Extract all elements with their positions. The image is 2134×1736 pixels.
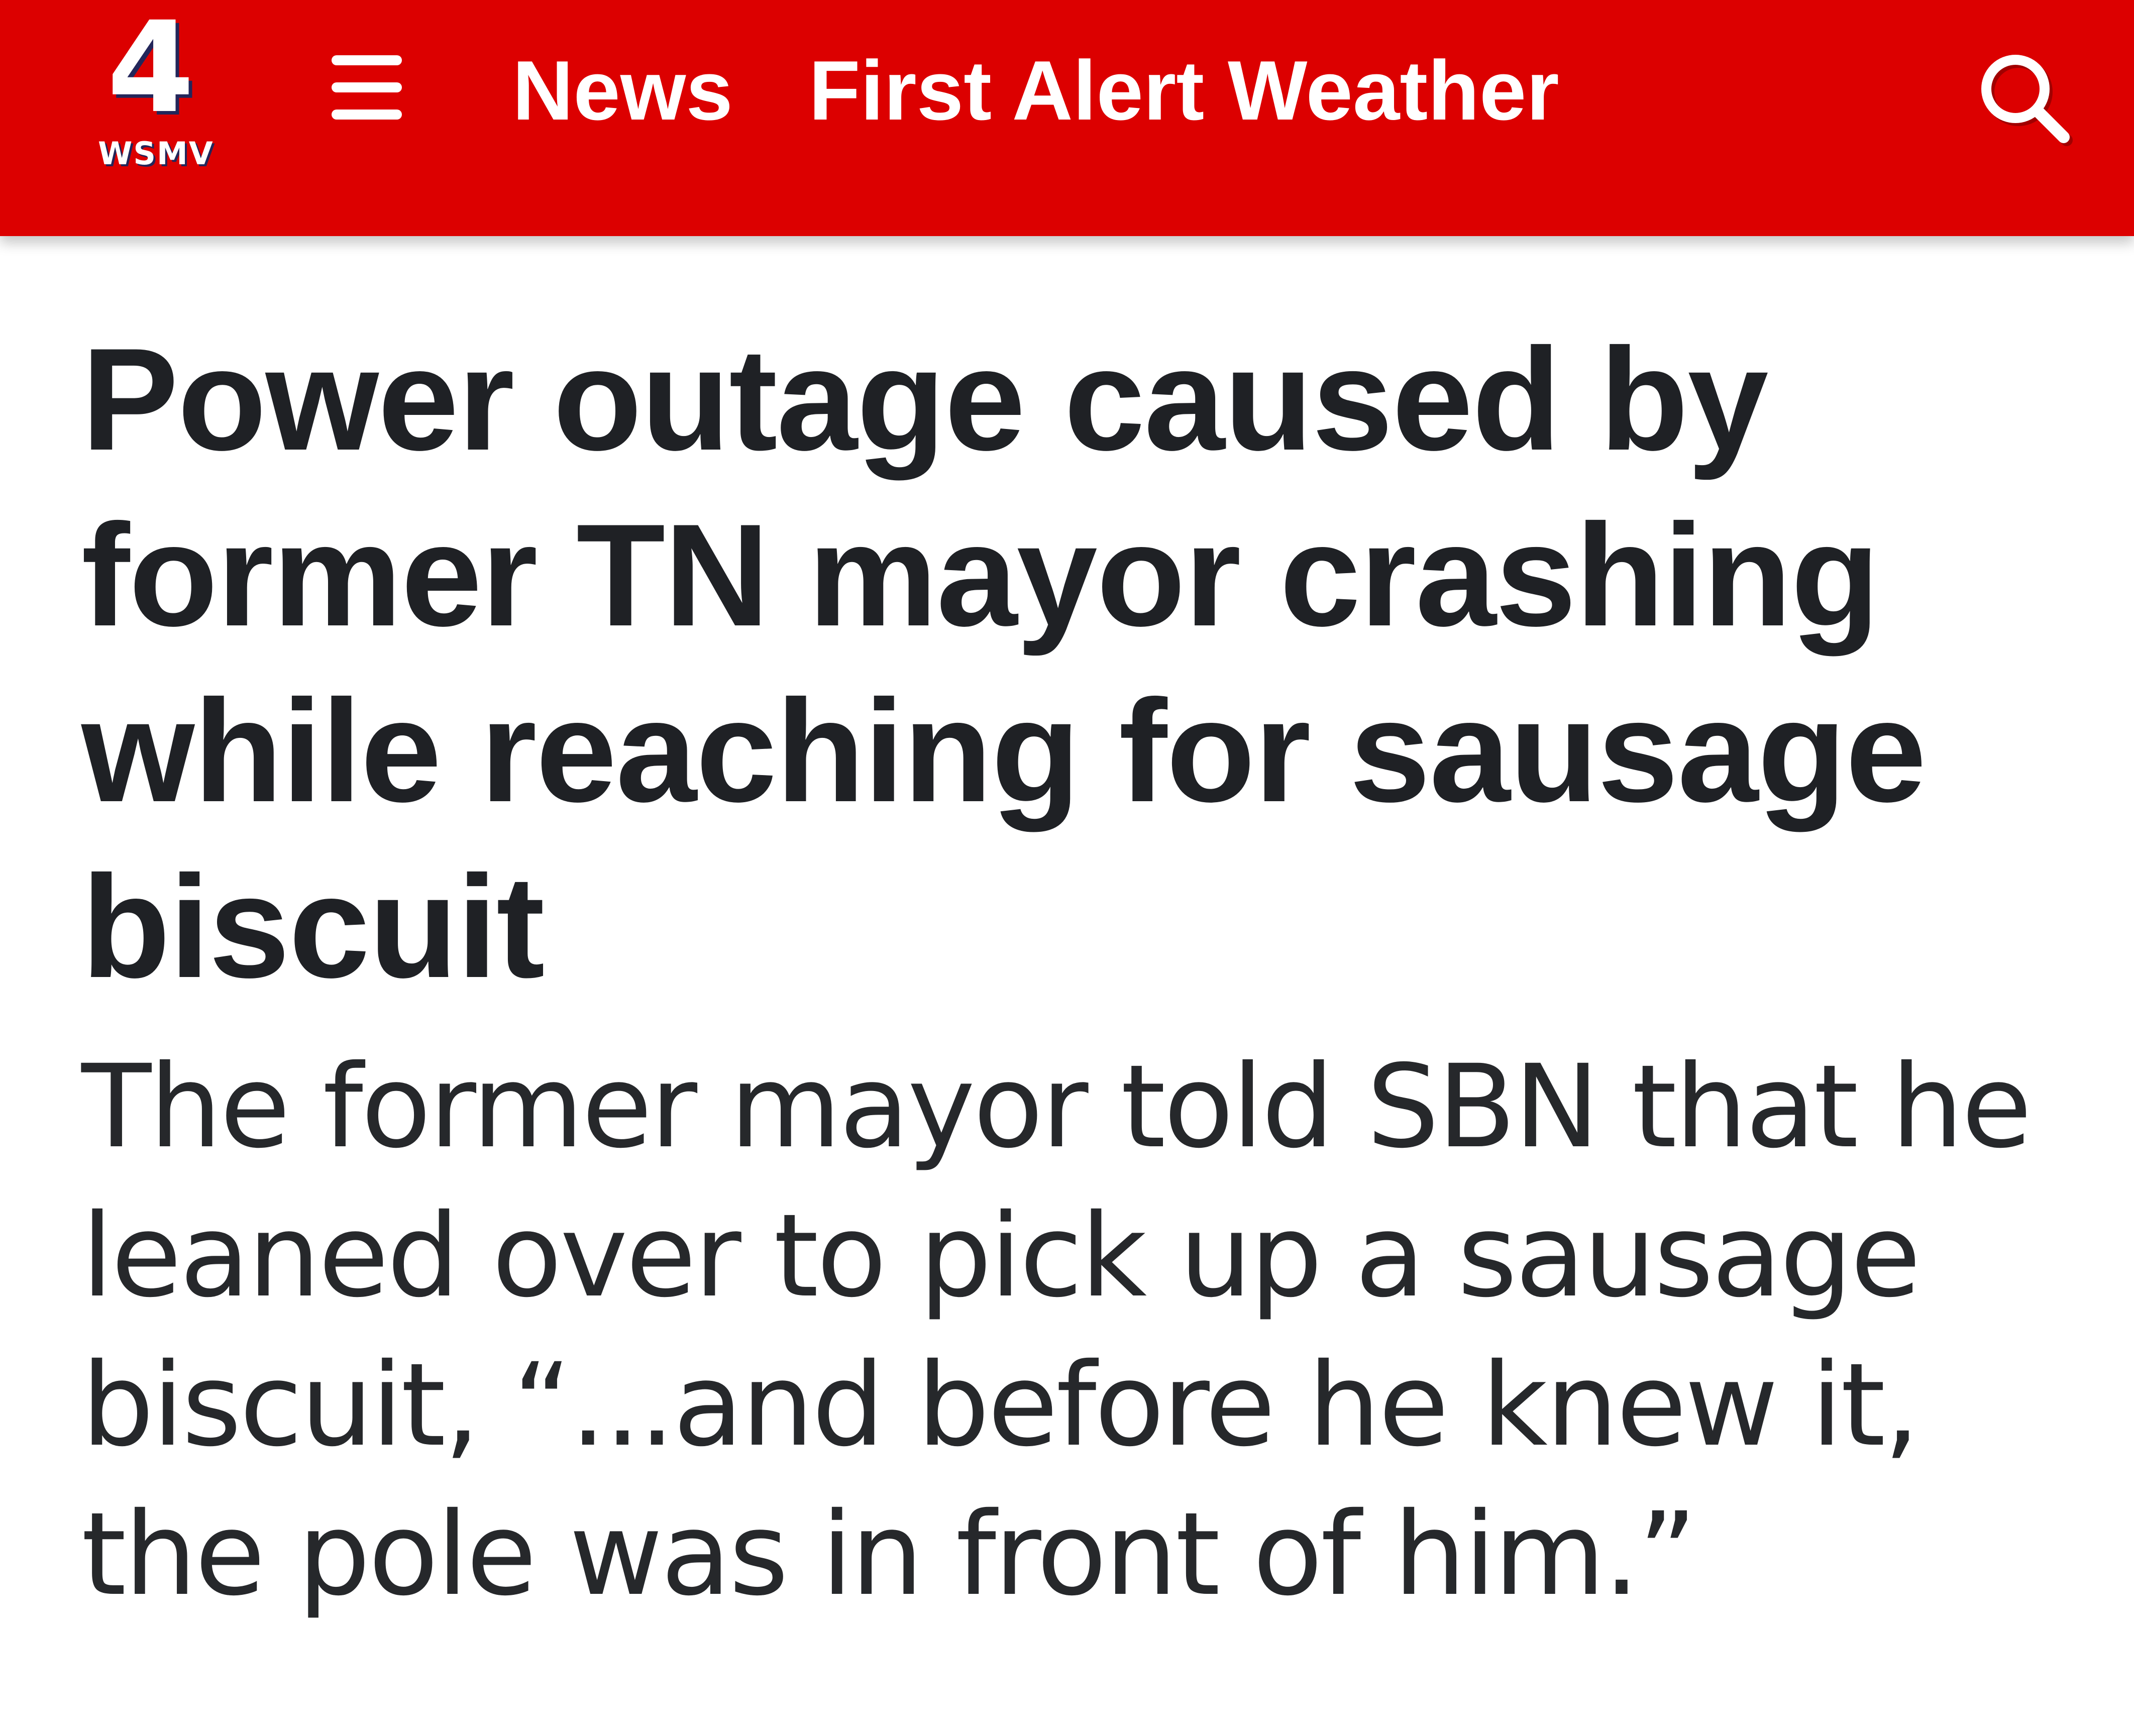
article-headline: Power outage caused by former TN mayor c… [81, 318, 1927, 1008]
site-header: 4 WSMV News First Alert Weather [0, 0, 2134, 236]
search-icon [1981, 55, 2073, 146]
logo-call-letters: WSMV [98, 135, 214, 172]
nav-link-first-alert-weather[interactable]: First Alert Weather [809, 40, 1559, 141]
nav-link-news[interactable]: News [512, 40, 733, 141]
article-main: Power outage caused by former TN mayor c… [0, 236, 2134, 1736]
logo-channel-number: 4 [107, 0, 194, 141]
article-deck: The former mayor told SBN that he leaned… [81, 1040, 2032, 1621]
search-button[interactable] [1974, 48, 2075, 148]
wsmv-logo[interactable]: 4 WSMV [93, 5, 236, 181]
menu-button[interactable] [327, 55, 407, 121]
